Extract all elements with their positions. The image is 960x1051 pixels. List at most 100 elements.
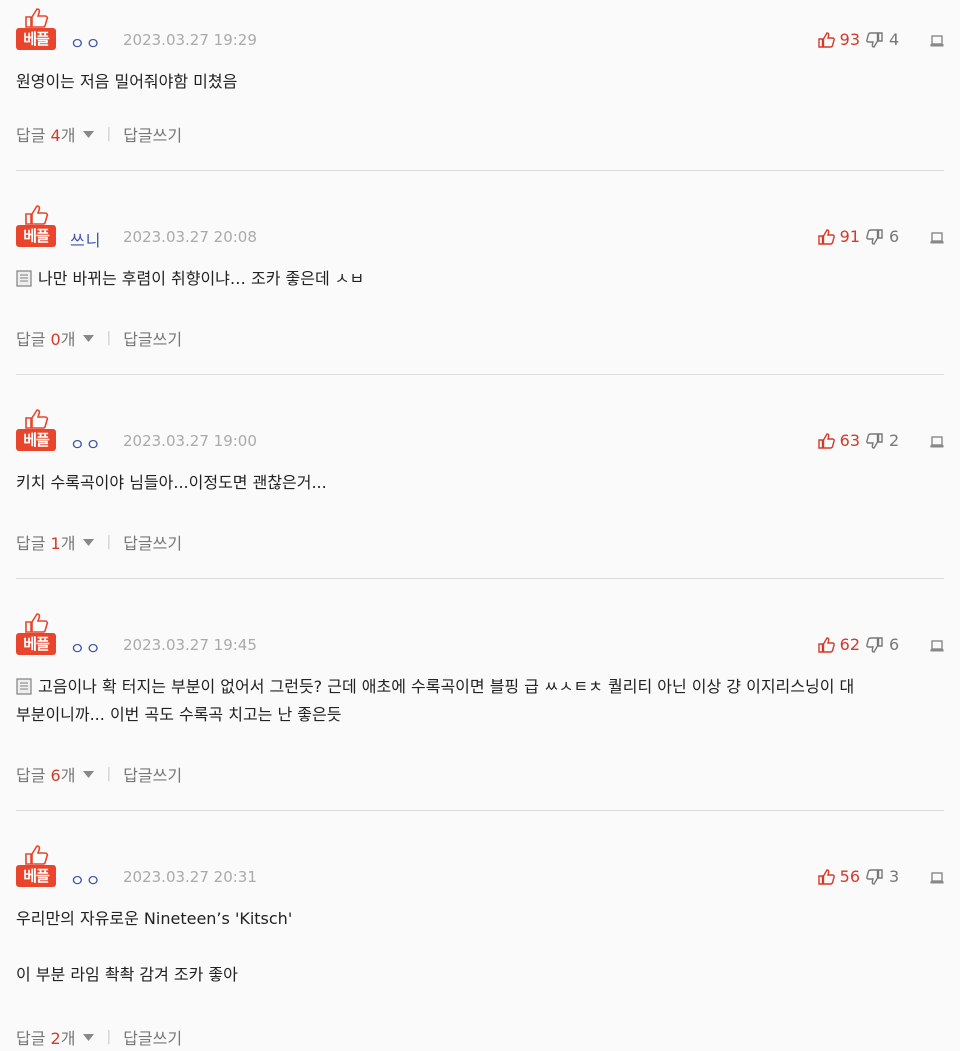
reply-count: 2 xyxy=(50,1029,61,1048)
divider: | xyxy=(106,126,112,142)
comment-text: 부분이니까... 이번 곡도 수록곡 치고는 난 좋은듯 xyxy=(16,705,342,724)
like-count: 56 xyxy=(839,867,860,886)
reply-count-suffix: 개 xyxy=(60,330,76,349)
comment-header: 베플 ㅇㅇ 2023.03.27 19:45 62 6 xyxy=(16,613,944,659)
comment-text: 고음이나 확 터지는 부분이 없어서 그런듯? 근데 애초에 수록곡이면 블핑 … xyxy=(38,677,855,696)
comment-item: 베플 쓰니 2023.03.27 20:08 91 6 나만 바뀌는 후렴이 취… xyxy=(16,197,944,375)
reply-toggle[interactable]: 답글 6개 xyxy=(16,762,75,786)
dislike-button[interactable]: 3 xyxy=(866,867,904,886)
best-badge: 베플 xyxy=(16,409,58,453)
reply-label: 답글 xyxy=(16,766,46,785)
nickname[interactable]: ㅇㅇ xyxy=(70,635,101,659)
thumbs-down-icon xyxy=(866,868,883,885)
best-label: 베플 xyxy=(16,429,56,451)
comment-date: 2023.03.27 20:31 xyxy=(123,868,257,886)
like-button[interactable]: 56 xyxy=(817,867,860,886)
write-reply-link[interactable]: 답글쓰기 xyxy=(123,530,182,554)
write-reply-link[interactable]: 답글쓰기 xyxy=(123,326,182,350)
dislike-count: 4 xyxy=(889,30,900,49)
dislike-button[interactable]: 6 xyxy=(866,227,904,246)
dislike-count: 6 xyxy=(889,227,900,246)
comment-header: 베플 ㅇㅇ 2023.03.27 19:29 93 4 xyxy=(16,8,944,54)
like-count: 91 xyxy=(839,227,860,246)
image-attachment-icon[interactable] xyxy=(16,678,32,695)
best-label: 베플 xyxy=(16,28,56,50)
comment-list: 베플 ㅇㅇ 2023.03.27 19:29 93 4 원영이는 저음 밀어줘야… xyxy=(0,0,960,1051)
dislike-count: 2 xyxy=(889,431,900,450)
comment-date: 2023.03.27 19:00 xyxy=(123,432,257,450)
dislike-button[interactable]: 4 xyxy=(866,30,904,49)
dislike-button[interactable]: 2 xyxy=(866,431,904,450)
dislike-count: 3 xyxy=(889,867,900,886)
reply-toggle[interactable]: 답글 4개 xyxy=(16,122,75,146)
write-reply-link[interactable]: 답글쓰기 xyxy=(123,122,182,146)
comment-body: 원영이는 저음 밀어줘야함 미쳤음 xyxy=(16,68,944,96)
thumbs-up-icon xyxy=(25,613,49,633)
comment-text: 키치 수록곡이야 님들아...이정도면 괜찮은거... xyxy=(16,473,327,492)
report-icon[interactable] xyxy=(930,638,944,652)
comment-item: 베플 ㅇㅇ 2023.03.27 20:31 56 3 우리만의 자유로운 Ni… xyxy=(16,837,944,1051)
nickname[interactable]: ㅇㅇ xyxy=(70,431,101,455)
thumbs-up-icon xyxy=(817,636,835,653)
caret-down-icon[interactable] xyxy=(83,770,95,778)
nickname[interactable]: 쓰니 xyxy=(70,227,101,251)
best-label: 베플 xyxy=(16,225,56,247)
thumbs-up-icon xyxy=(25,845,49,865)
write-reply-link[interactable]: 답글쓰기 xyxy=(123,762,182,786)
comment-item: 베플 ㅇㅇ 2023.03.27 19:29 93 4 원영이는 저음 밀어줘야… xyxy=(16,0,944,171)
report-icon[interactable] xyxy=(930,434,944,448)
like-count: 93 xyxy=(839,30,860,49)
comment-body: 나만 바뀌는 후렴이 취향이냐… 조카 좋은데 ㅅㅂ xyxy=(16,265,944,293)
reply-count-suffix: 개 xyxy=(60,766,76,785)
write-reply-link[interactable]: 답글쓰기 xyxy=(123,1025,182,1049)
thumbs-up-icon xyxy=(25,8,49,28)
dislike-button[interactable]: 6 xyxy=(866,635,904,654)
comment-footer: 답글 4개 | 답글쓰기 xyxy=(16,122,182,146)
comment-body: 고음이나 확 터지는 부분이 없어서 그런듯? 근데 애초에 수록곡이면 블핑 … xyxy=(16,673,944,729)
image-attachment-icon[interactable] xyxy=(16,270,32,287)
best-label: 베플 xyxy=(16,633,56,655)
comment-text: 원영이는 저음 밀어줘야함 미쳤음 xyxy=(16,72,238,91)
thumbs-down-icon xyxy=(866,228,883,245)
reply-count: 4 xyxy=(50,126,61,145)
comment-body: 키치 수록곡이야 님들아...이정도면 괜찮은거... xyxy=(16,469,944,497)
reply-label: 답글 xyxy=(16,126,46,145)
reply-count: 0 xyxy=(50,330,61,349)
divider: | xyxy=(106,534,112,550)
comment-text: 우리만의 자유로운 Nineteen’s 'Kitsch' xyxy=(16,909,293,928)
like-button[interactable]: 91 xyxy=(817,227,860,246)
thumbs-up-icon xyxy=(817,31,835,48)
thumbs-down-icon xyxy=(866,31,883,48)
dislike-count: 6 xyxy=(889,635,900,654)
comment-text: 이 부분 라임 촥촥 감겨 조카 좋아 xyxy=(16,965,238,984)
like-count: 63 xyxy=(839,431,860,450)
reply-toggle[interactable]: 답글 0개 xyxy=(16,326,75,350)
comment-footer: 답글 6개 | 답글쓰기 xyxy=(16,762,182,786)
comment-date: 2023.03.27 20:08 xyxy=(123,228,257,246)
thumbs-up-icon xyxy=(817,432,835,449)
caret-down-icon[interactable] xyxy=(83,1033,95,1041)
divider: | xyxy=(106,330,112,346)
like-button[interactable]: 62 xyxy=(817,635,860,654)
caret-down-icon[interactable] xyxy=(83,130,95,138)
like-count: 62 xyxy=(839,635,860,654)
thumbs-up-icon xyxy=(25,409,49,429)
nickname[interactable]: ㅇㅇ xyxy=(70,867,101,891)
thumbs-up-icon xyxy=(817,228,835,245)
comment-header: 베플 ㅇㅇ 2023.03.27 19:00 63 2 xyxy=(16,409,944,455)
reply-toggle[interactable]: 답글 2개 xyxy=(16,1025,75,1049)
divider: | xyxy=(106,766,112,782)
divider: | xyxy=(106,1029,112,1045)
best-badge: 베플 xyxy=(16,8,58,52)
like-button[interactable]: 63 xyxy=(817,431,860,450)
reply-toggle[interactable]: 답글 1개 xyxy=(16,530,75,554)
caret-down-icon[interactable] xyxy=(83,538,95,546)
report-icon[interactable] xyxy=(930,33,944,47)
nickname[interactable]: ㅇㅇ xyxy=(70,30,101,54)
comment-header: 베플 ㅇㅇ 2023.03.27 20:31 56 3 xyxy=(16,845,944,891)
report-icon[interactable] xyxy=(930,870,944,884)
caret-down-icon[interactable] xyxy=(83,334,95,342)
like-button[interactable]: 93 xyxy=(817,30,860,49)
report-icon[interactable] xyxy=(930,230,944,244)
best-label: 베플 xyxy=(16,865,56,887)
